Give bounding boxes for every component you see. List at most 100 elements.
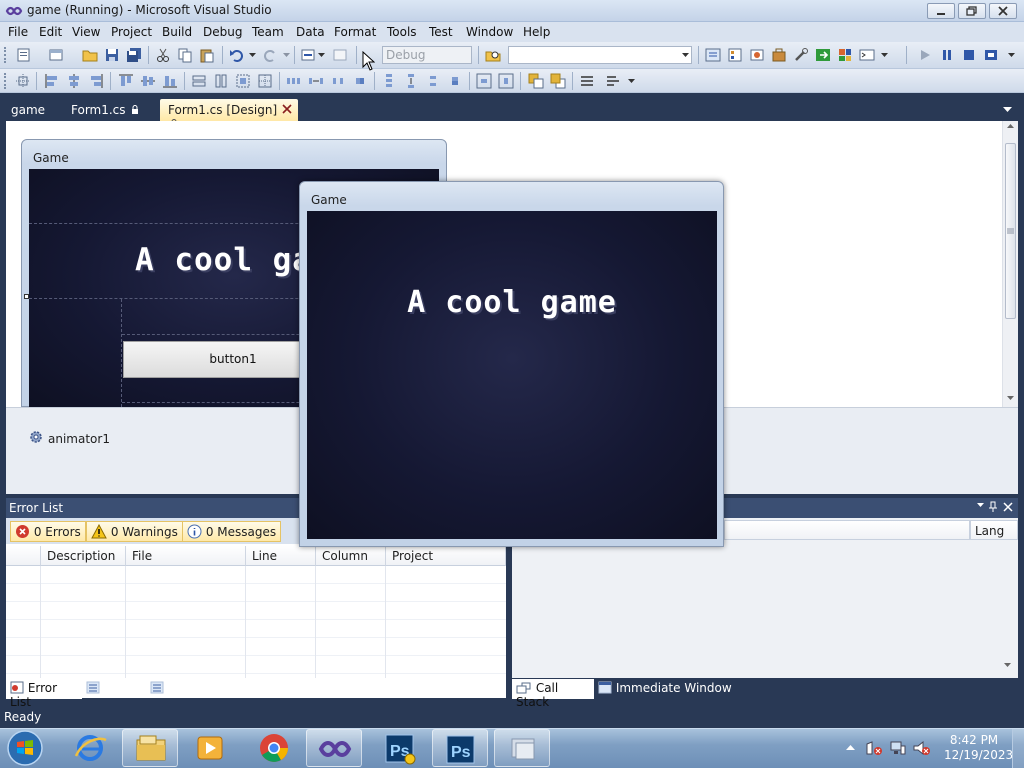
- align-rights-icon[interactable]: [88, 73, 104, 89]
- send-to-back-icon[interactable]: [550, 73, 566, 89]
- add-item-icon[interactable]: [48, 47, 64, 63]
- taskbar-chrome[interactable]: [246, 729, 302, 767]
- column-header-icon[interactable]: [6, 546, 41, 566]
- toolbar-grip[interactable]: [4, 73, 7, 89]
- align-to-grid-icon[interactable]: [15, 73, 31, 89]
- action-center-icon[interactable]: [865, 740, 883, 756]
- properties-icon[interactable]: [727, 47, 743, 63]
- align-lefts-icon[interactable]: [44, 73, 60, 89]
- column-header-project[interactable]: Project: [386, 546, 506, 566]
- tab-game[interactable]: game: [3, 99, 53, 121]
- designer-vertical-scrollbar[interactable]: [1002, 121, 1018, 407]
- menu-data[interactable]: Data: [296, 25, 325, 39]
- make-same-width-icon[interactable]: [191, 73, 207, 89]
- object-browser-icon[interactable]: [749, 47, 765, 63]
- extension-manager-icon[interactable]: [837, 47, 853, 63]
- taskbar-internet-explorer[interactable]: [62, 729, 118, 767]
- cut-icon[interactable]: [155, 47, 171, 63]
- toolbar-overflow-icon[interactable]: [1008, 53, 1016, 58]
- taskbar-visual-studio[interactable]: [306, 729, 362, 767]
- minimize-button[interactable]: [927, 3, 955, 19]
- increase-vertical-spacing-icon[interactable]: [403, 73, 419, 89]
- warnings-filter-button[interactable]: 0 Warnings: [86, 521, 183, 542]
- redo-icon[interactable]: [262, 47, 278, 63]
- toolbar-overflow-icon[interactable]: [628, 79, 636, 84]
- system-clock[interactable]: 8:42 PM 12/19/2023: [944, 733, 1013, 763]
- align-bottoms-icon[interactable]: [162, 73, 178, 89]
- center-vertically-icon[interactable]: [498, 73, 514, 89]
- tab-locals[interactable]: Locals: [86, 681, 141, 695]
- save-all-icon[interactable]: [126, 47, 142, 63]
- column-header-lang[interactable]: Lang: [970, 520, 1018, 540]
- selection-handle[interactable]: [24, 294, 29, 299]
- close-tab-icon[interactable]: [282, 104, 292, 114]
- messages-filter-button[interactable]: 0 Messages: [182, 521, 282, 542]
- menu-help[interactable]: Help: [523, 25, 550, 39]
- scroll-down-icon[interactable]: [1004, 663, 1012, 668]
- column-header-description[interactable]: Description: [41, 546, 126, 566]
- paste-icon[interactable]: [199, 47, 215, 63]
- close-panel-icon[interactable]: [1003, 502, 1013, 512]
- scroll-thumb[interactable]: [1005, 143, 1016, 319]
- menu-project[interactable]: Project: [111, 25, 152, 39]
- errors-filter-button[interactable]: 0 Errors: [10, 521, 86, 542]
- make-same-size-icon[interactable]: [235, 73, 251, 89]
- menu-edit[interactable]: Edit: [39, 25, 62, 39]
- vertical-spacing-icon[interactable]: [381, 73, 397, 89]
- taskbar-file-explorer[interactable]: [122, 729, 178, 767]
- tab-order-icon[interactable]: [579, 73, 595, 89]
- menu-file[interactable]: File: [8, 25, 28, 39]
- horizontal-spacing-icon[interactable]: [286, 73, 302, 89]
- column-header-column[interactable]: Column: [316, 546, 386, 566]
- taskbar-game-window[interactable]: [494, 729, 550, 767]
- menu-window[interactable]: Window: [466, 25, 513, 39]
- save-icon[interactable]: [104, 47, 120, 63]
- toolbox-icon[interactable]: [771, 47, 787, 63]
- decrease-vertical-spacing-icon[interactable]: [425, 73, 441, 89]
- navigate-backward-icon[interactable]: [300, 47, 316, 63]
- stop-debugging-icon[interactable]: [961, 47, 977, 63]
- panel-dropdown-icon[interactable]: [977, 503, 985, 508]
- component-animator1[interactable]: animator1: [48, 432, 110, 446]
- tab-form1-design[interactable]: Form1.cs [Design]: [160, 99, 298, 128]
- show-desktop-button[interactable]: [1012, 729, 1024, 768]
- copy-icon[interactable]: [177, 47, 193, 63]
- undo-icon[interactable]: [229, 47, 245, 63]
- open-folder-icon[interactable]: [82, 47, 98, 63]
- tools-icon[interactable]: [793, 47, 809, 63]
- column-header-line[interactable]: Line: [246, 546, 316, 566]
- restore-button[interactable]: [958, 3, 986, 19]
- taskbar-photoshop-2[interactable]: Ps: [432, 729, 488, 767]
- pin-icon[interactable]: [988, 501, 998, 513]
- menu-tools[interactable]: Tools: [387, 25, 417, 39]
- menu-build[interactable]: Build: [162, 25, 192, 39]
- tab-immediate-window[interactable]: Immediate Window: [598, 681, 732, 695]
- menu-format[interactable]: Format: [334, 25, 376, 39]
- taskbar-photoshop-1[interactable]: Ps: [372, 729, 428, 767]
- decrease-horizontal-spacing-icon[interactable]: [330, 73, 346, 89]
- new-project-icon[interactable]: [16, 47, 32, 63]
- restart-icon[interactable]: [983, 47, 999, 63]
- align-centers-icon[interactable]: [66, 73, 82, 89]
- toolbar-options-icon[interactable]: [881, 53, 889, 58]
- find-in-files-icon[interactable]: [485, 47, 501, 63]
- solution-configuration-select[interactable]: Debug: [382, 46, 472, 64]
- menu-view[interactable]: View: [72, 25, 100, 39]
- menu-test[interactable]: Test: [429, 25, 453, 39]
- align-tops-icon[interactable]: [118, 73, 134, 89]
- active-files-dropdown-icon[interactable]: [1003, 107, 1013, 113]
- volume-muted-icon[interactable]: [913, 740, 931, 756]
- remove-horizontal-spacing-icon[interactable]: [352, 73, 368, 89]
- column-header-name[interactable]: [724, 520, 970, 540]
- column-header-file[interactable]: File: [126, 546, 246, 566]
- navigate-forward-icon[interactable]: [332, 47, 348, 63]
- bring-to-front-icon[interactable]: [528, 73, 544, 89]
- find-combo[interactable]: [508, 46, 692, 64]
- navigate-dropdown-icon[interactable]: [318, 53, 326, 58]
- close-button[interactable]: [989, 3, 1017, 19]
- tab-form1-cs[interactable]: Form1.cs: [63, 99, 147, 121]
- break-all-icon[interactable]: [939, 47, 955, 63]
- network-icon[interactable]: [889, 740, 907, 756]
- taskbar-media-player[interactable]: [182, 729, 238, 767]
- command-window-icon[interactable]: [859, 47, 875, 63]
